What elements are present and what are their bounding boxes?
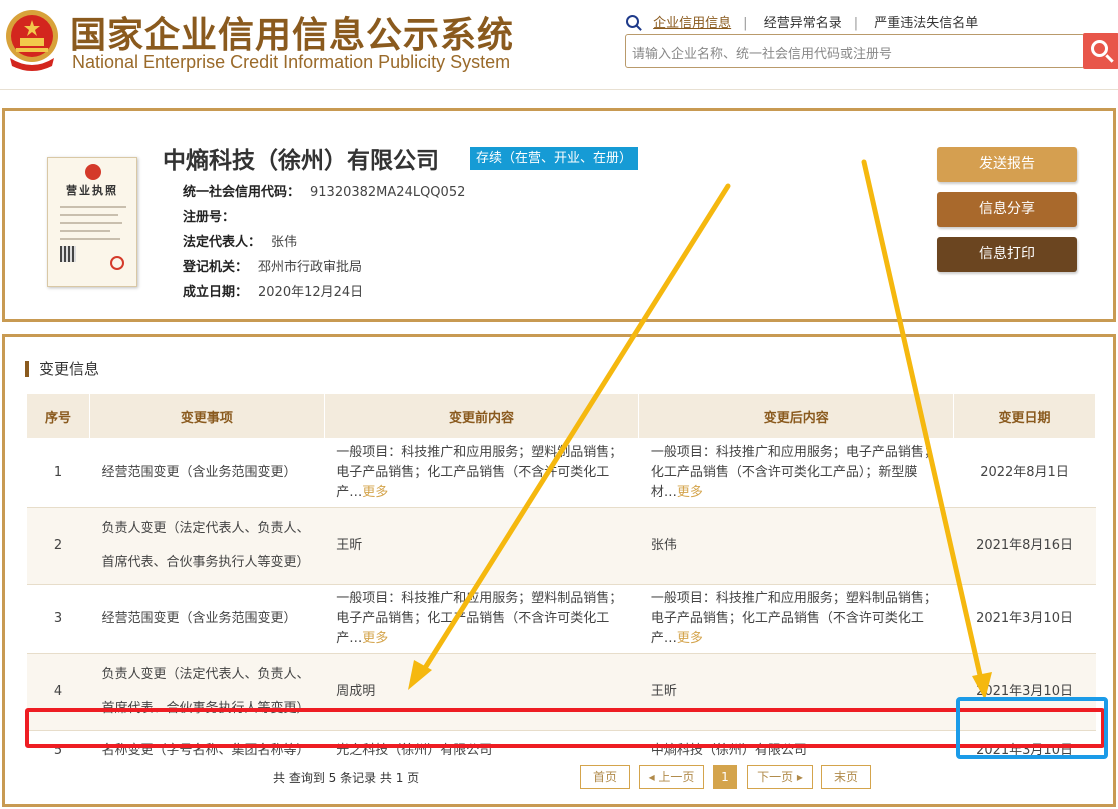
more-link[interactable]: 更多: [362, 485, 388, 500]
nav-dishonest-list[interactable]: 严重违法失信名单: [874, 12, 978, 31]
change-item: 负责人变更（法定代表人、负责人、首席代表、合伙事务执行人等变更）: [89, 507, 325, 585]
column-header: 变更前内容: [323, 393, 640, 439]
search-icon: [626, 15, 639, 28]
site-header: 国家企业信用信息公示系统 National Enterprise Credit …: [0, 0, 1118, 90]
last-page-button[interactable]: 末页: [821, 765, 871, 789]
section-title: 变更信息: [25, 361, 99, 377]
nav-enterprise-credit[interactable]: 企业信用信息: [653, 12, 731, 31]
send-report-button[interactable]: 发送报告: [937, 147, 1077, 182]
table-row: 4 负责人变更（法定代表人、负责人、首席代表、合伙事务执行人等变更） 周成明 王…: [26, 653, 1096, 731]
nav-divider: |: [743, 16, 748, 31]
share-info-button[interactable]: 信息分享: [937, 192, 1077, 227]
more-link[interactable]: 更多: [677, 485, 703, 500]
company-summary-panel: 营业执照 中熵科技（徐州）有限公司 存续（在营、开业、在册） 统一社会信用代码：…: [2, 108, 1116, 322]
info-authority: 登记机关： 邳州市行政审批局: [183, 256, 362, 275]
site-title: 国家企业信用信息公示系统: [70, 15, 515, 56]
license-title: 营业执照: [66, 184, 118, 197]
table-row: 2 负责人变更（法定代表人、负责人、首席代表、合伙事务执行人等变更） 王昕 张伟…: [26, 507, 1096, 585]
info-label: 登记机关：: [183, 260, 249, 275]
column-header: 序号: [26, 393, 90, 439]
change-item: 经营范围变更（含业务范围变更）: [89, 438, 325, 508]
table-row: 1 经营范围变更（含业务范围变更） 一般项目：科技推广和应用服务；塑料制品销售；…: [26, 438, 1096, 508]
column-header: 变更日期: [953, 393, 1096, 439]
row-number: 1: [26, 438, 90, 508]
status-badge: 存续（在营、开业、在册）: [470, 147, 639, 170]
info-value: 张伟: [271, 235, 298, 250]
row-number: 3: [26, 584, 90, 654]
current-page-button[interactable]: 1: [713, 765, 737, 789]
table-row: 3 经营范围变更（含业务范围变更） 一般项目：科技推广和应用服务；塑料制品销售；…: [26, 584, 1096, 654]
more-link[interactable]: 更多: [677, 631, 703, 646]
search-input[interactable]: 请输入企业名称、统一社会信用代码或注册号: [625, 34, 1085, 68]
change-date: 2021年8月16日: [953, 507, 1096, 585]
row-number: 4: [26, 653, 90, 731]
info-value: 邳州市行政审批局: [258, 260, 363, 275]
change-date: 2022年8月1日: [953, 438, 1096, 508]
info-value: 2020年12月24日: [258, 285, 364, 300]
info-reg-number: 注册号：: [183, 206, 245, 225]
row-number: 5: [26, 730, 90, 771]
table-header-row: 序号 变更事项 变更前内容 变更后内容 变更日期: [26, 393, 1096, 439]
change-date: 2021年3月10日: [953, 584, 1096, 654]
after-content: 张伟: [638, 507, 954, 585]
pagination-summary: 共 查询到 5 条记录 共 1 页: [273, 771, 420, 785]
info-legal-rep: 法定代表人： 张伟: [183, 231, 297, 250]
change-item: 经营范围变更（含业务范围变更）: [89, 584, 325, 654]
info-value: 91320382MA24LQQ052: [310, 185, 466, 200]
info-label: 法定代表人：: [183, 235, 262, 250]
top-nav: 企业信用信息 | 经营异常名录 | 严重违法失信名单: [626, 12, 990, 31]
search-button[interactable]: [1083, 33, 1118, 69]
nav-divider: |: [853, 16, 859, 31]
change-item: 名称变更（字号名称、集团名称等）: [89, 730, 325, 771]
change-table: 序号 变更事项 变更前内容 变更后内容 变更日期 1 经营范围变更（含业务范围变…: [26, 393, 1096, 771]
row-number: 2: [26, 507, 90, 585]
change-date: 2021年3月10日: [953, 730, 1096, 771]
first-page-button[interactable]: 首页: [580, 765, 630, 789]
site-subtitle: National Enterprise Credit Information P…: [72, 52, 511, 72]
next-page-button[interactable]: 下一页 ▸: [747, 765, 813, 789]
company-name: 中熵科技（徐州）有限公司: [163, 148, 439, 174]
nav-abnormal-list[interactable]: 经营异常名录: [764, 12, 842, 31]
before-content: 一般项目：科技推广和应用服务；塑料制品销售；电子产品销售；化工产品销售（不含许可…: [324, 438, 639, 508]
prev-page-button[interactable]: ◂ 上一页: [639, 765, 704, 789]
after-content: 一般项目：科技推广和应用服务；电子产品销售；化工产品销售（不含许可类化工产品）；…: [638, 438, 954, 508]
info-credit-code: 统一社会信用代码： 91320382MA24LQQ052: [183, 181, 465, 200]
license-emblem-icon: [85, 164, 101, 180]
table-row: 5 名称变更（字号名称、集团名称等） 光之科技（徐州）有限公司 中熵科技（徐州）…: [26, 730, 1096, 771]
info-label: 注册号：: [183, 210, 236, 225]
column-header: 变更事项: [88, 393, 325, 439]
after-content: 王昕: [638, 653, 954, 731]
national-emblem-icon: [6, 10, 58, 71]
change-info-panel: 变更信息 序号 变更事项 变更前内容 变更后内容 变更日期 1 经营范围变更（含…: [2, 334, 1116, 807]
print-info-button[interactable]: 信息打印: [937, 237, 1077, 272]
info-established: 成立日期： 2020年12月24日: [183, 281, 363, 300]
info-label: 成立日期：: [183, 285, 249, 300]
before-content: 王昕: [324, 507, 639, 585]
before-content: 一般项目：科技推广和应用服务；塑料制品销售；电子产品销售；化工产品销售（不含许可…: [324, 584, 639, 654]
before-content: 周成明: [324, 653, 639, 731]
info-label: 统一社会信用代码：: [183, 185, 301, 200]
seal-icon: [110, 256, 124, 270]
qr-code-icon: [60, 246, 76, 262]
change-date: 2021年3月10日: [953, 653, 1096, 731]
more-link[interactable]: 更多: [362, 631, 388, 646]
column-header: 变更后内容: [638, 393, 955, 439]
after-content: 一般项目：科技推广和应用服务；塑料制品销售；电子产品销售；化工产品销售（不含许可…: [638, 584, 954, 654]
change-item: 负责人变更（法定代表人、负责人、首席代表、合伙事务执行人等变更）: [89, 653, 325, 731]
business-license-image[interactable]: 营业执照: [47, 157, 137, 287]
